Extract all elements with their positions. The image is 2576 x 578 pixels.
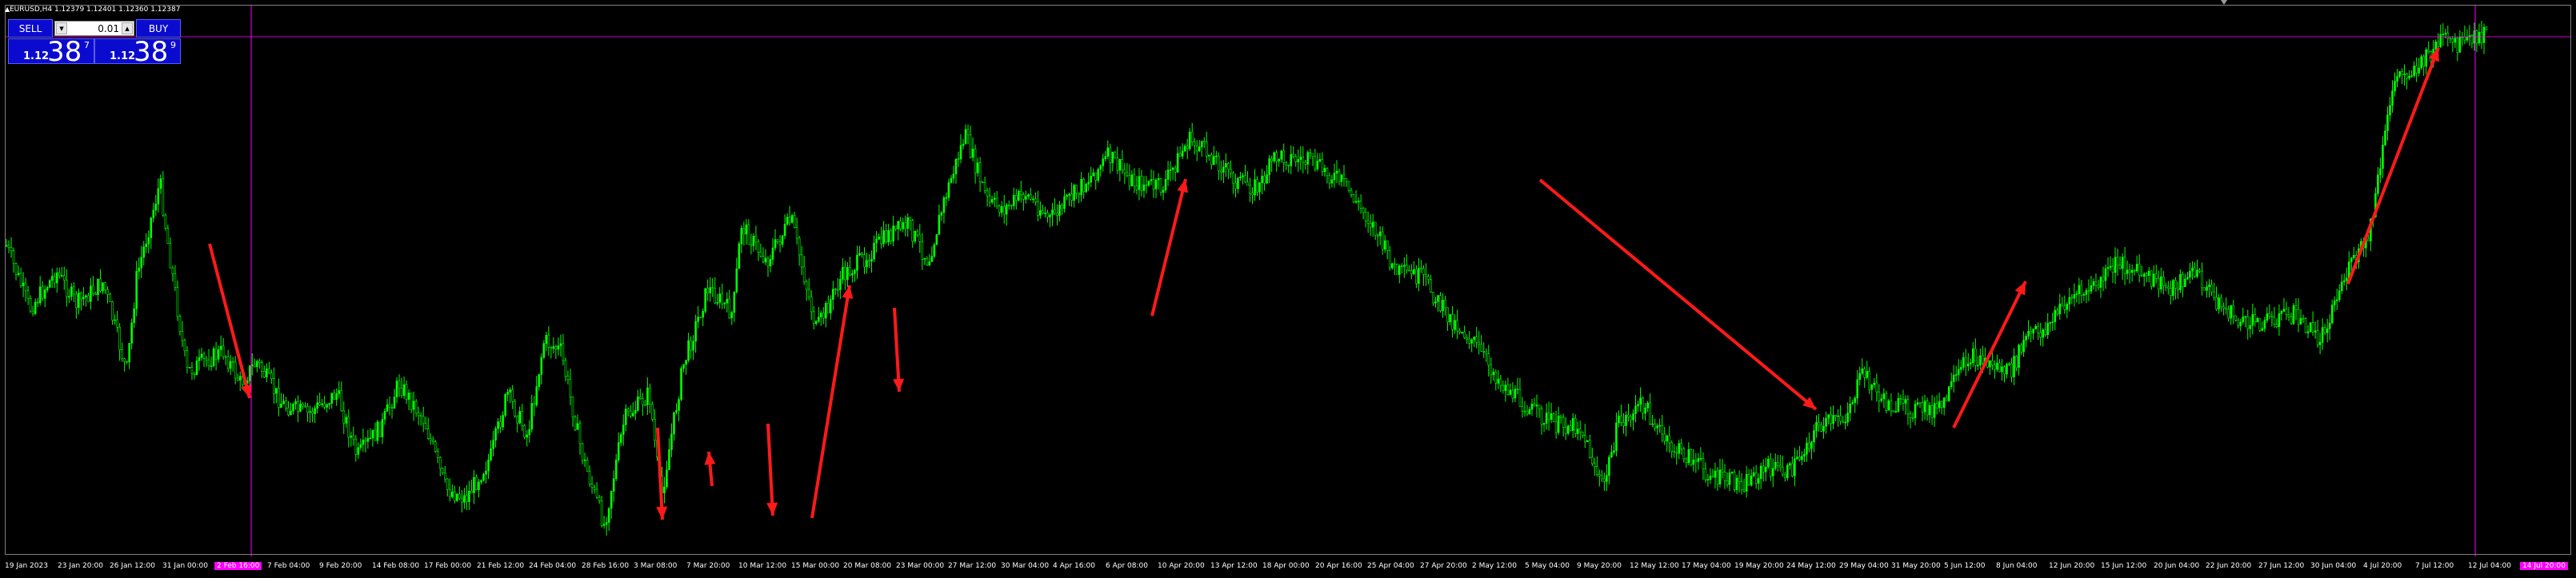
- buy-button[interactable]: BUY: [136, 19, 181, 38]
- time-axis-label: 27 Jun 12:00: [2258, 562, 2305, 570]
- time-axis-label: 27 Apr 20:00: [1420, 562, 1467, 570]
- time-axis-label: 17 Feb 00:00: [424, 562, 472, 570]
- time-axis-label: 27 Mar 12:00: [948, 562, 997, 570]
- time-axis-label: 21 Feb 12:00: [477, 562, 525, 570]
- time-axis-label: 31 May 20:00: [1891, 562, 1941, 570]
- time-axis-label: 5 Jun 12:00: [1944, 562, 1986, 570]
- time-axis-label: 4 Jul 20:00: [2363, 562, 2402, 570]
- chart-shift-marker-icon[interactable]: [2221, 0, 2227, 5]
- time-axis-label: 24 May 12:00: [1786, 562, 1836, 570]
- ask-price-prefix: 1.12: [110, 50, 136, 62]
- time-axis-label: 30 Mar 04:00: [1001, 562, 1050, 570]
- ask-price-box[interactable]: 1.12 38 9: [94, 36, 181, 68]
- time-axis-label: 23 Jan 20:00: [58, 562, 103, 570]
- time-axis-label: 29 May 04:00: [1839, 562, 1889, 570]
- time-axis-label: 26 Jan 12:00: [110, 562, 155, 570]
- time-axis-label: 5 May 04:00: [1525, 562, 1570, 570]
- time-axis-label: 19 Jan 2023: [5, 562, 48, 570]
- time-axis-label: 9 May 20:00: [1577, 562, 1622, 570]
- time-axis-label: 20 Apr 16:00: [1315, 562, 1362, 570]
- time-axis-label: 12 Jul 04:00: [2468, 562, 2511, 570]
- bid-price-sup: 7: [84, 40, 90, 50]
- time-axis-label: 15 Mar 00:00: [791, 562, 840, 570]
- time-axis-label: 22 Jun 20:00: [2206, 562, 2252, 570]
- time-axis-label: 20 Jun 04:00: [2154, 562, 2200, 570]
- bid-price-big: 38: [47, 36, 82, 68]
- time-axis-label: 10 Mar 12:00: [738, 562, 787, 570]
- time-axis-label: 13 Apr 12:00: [1210, 562, 1258, 570]
- time-axis-label: 9 Feb 20:00: [319, 562, 362, 570]
- time-axis-label: 14 Jul 20:00: [2520, 562, 2568, 570]
- bid-price-box[interactable]: 1.12 38 7: [8, 36, 94, 68]
- time-axis-label: 7 Feb 04:00: [267, 562, 310, 570]
- sell-button[interactable]: SELL: [8, 19, 53, 38]
- time-axis-label: 2 Feb 16:00: [214, 562, 262, 570]
- time-axis-label: 12 Jun 20:00: [2049, 562, 2095, 570]
- lot-size-value[interactable]: 0.01: [70, 22, 119, 35]
- time-axis-label: 25 Apr 04:00: [1367, 562, 1414, 570]
- time-axis-label: 17 May 04:00: [1682, 562, 1731, 570]
- time-axis-label: 24 Feb 04:00: [529, 562, 577, 570]
- time-axis-label: 30 Jun 04:00: [2310, 562, 2357, 570]
- time-axis-label: 14 Feb 08:00: [372, 562, 420, 570]
- time-axis-label: 28 Feb 16:00: [582, 562, 630, 570]
- time-axis-label: 7 Mar 20:00: [686, 562, 730, 570]
- lot-increase-icon[interactable]: ▴: [122, 22, 133, 34]
- time-axis-label: 15 Jun 12:00: [2101, 562, 2147, 570]
- time-axis-label: 8 Jun 04:00: [1996, 562, 2038, 570]
- symbol-info: EURUSD,H4 1.12379 1.12401 1.12360 1.1238…: [10, 6, 181, 14]
- time-axis-label: 23 Mar 00:00: [896, 562, 945, 570]
- chart-window[interactable]: ▲ EURUSD,H4 1.12379 1.12401 1.12360 1.12…: [0, 0, 2576, 578]
- time-axis-label: 31 Jan 00:00: [162, 562, 208, 570]
- time-axis-label: 20 Mar 08:00: [843, 562, 892, 570]
- one-click-trading-panel: SELL ▾ 0.01 ▴ BUY 1.12 38 7 1.12 38 9: [8, 19, 181, 68]
- time-axis-label: 6 Apr 08:00: [1106, 562, 1148, 570]
- time-axis-label: 2 May 12:00: [1472, 562, 1517, 570]
- time-axis: 19 Jan 2023 23 Jan 20:00 26 Jan 12:00 31 Ja…: [0, 556, 2576, 578]
- lot-decrease-icon[interactable]: ▾: [56, 22, 67, 34]
- time-axis-label: 4 Apr 16:00: [1053, 562, 1095, 570]
- bid-price-prefix: 1.12: [23, 50, 50, 62]
- chart-frame: [5, 5, 2571, 555]
- time-axis-label: 10 Apr 20:00: [1158, 562, 1205, 570]
- time-axis-label: 12 May 12:00: [1630, 562, 1679, 570]
- ask-price-big: 38: [134, 36, 169, 68]
- lot-size-input[interactable]: ▾ 0.01 ▴: [54, 21, 134, 36]
- time-axis-label: 18 Apr 00:00: [1262, 562, 1310, 570]
- time-axis-label: 3 Mar 08:00: [634, 562, 678, 570]
- time-axis-label: 7 Jul 12:00: [2415, 562, 2454, 570]
- ask-price-sup: 9: [170, 40, 176, 50]
- time-axis-label: 19 May 20:00: [1734, 562, 1784, 570]
